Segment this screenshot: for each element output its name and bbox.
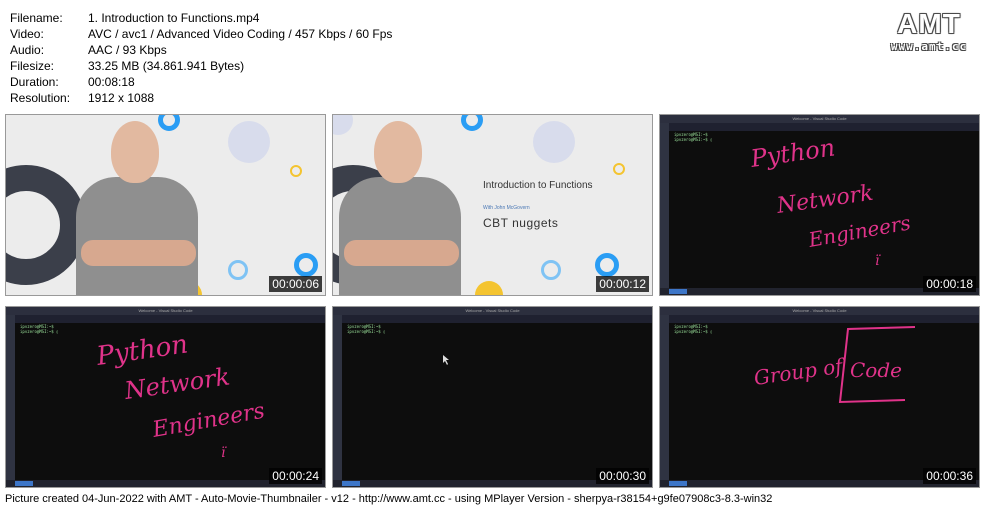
decor-ring: [541, 260, 561, 280]
handwriting-line: Network: [122, 362, 232, 405]
logo-url: www.amt.cc: [890, 40, 968, 53]
slide-title: Introduction to Functions: [483, 180, 593, 191]
amt-logo: AMT www.amt.cc: [884, 8, 974, 53]
info-key: Resolution:: [10, 91, 71, 105]
remote-indicator: [15, 481, 33, 486]
presenter-head: [111, 121, 159, 183]
brand-logo: CBT nuggets: [483, 216, 559, 230]
info-value: 1. Introduction to Functions.mp4: [88, 11, 260, 25]
decor-dot: [533, 121, 575, 163]
presenter: [66, 115, 206, 295]
handwriting: Python Network Engineers ï: [748, 133, 913, 269]
timestamp: 00:00:24: [269, 468, 322, 484]
handwriting-line: Code: [850, 358, 902, 382]
decor-ring: [228, 260, 248, 280]
info-key: Video:: [10, 27, 44, 41]
presenter-arms: [344, 240, 459, 266]
thumbnail-2[interactable]: Introduction to Functions With John McGo…: [332, 114, 653, 296]
info-key: Duration:: [10, 75, 59, 89]
handwriting-line: Network: [774, 181, 875, 219]
presenter-head: [374, 121, 422, 183]
thumbnail-4[interactable]: Welcome - Visual Studio Code ipvzero@MSI…: [5, 306, 326, 488]
info-key: Filename:: [10, 11, 63, 25]
handwriting: Python Network Engineers ï: [94, 329, 267, 461]
logo-name: AMT: [897, 8, 961, 39]
info-value: AVC / avc1 / Advanced Video Coding / 457…: [88, 27, 393, 41]
remote-indicator: [669, 289, 687, 294]
remote-indicator: [342, 481, 360, 486]
slide-subtitle: With John McGovern: [483, 205, 530, 211]
decor-dot: [228, 121, 270, 163]
handwriting-line: Python: [94, 329, 190, 372]
handwriting-line: Group of: [752, 353, 847, 390]
handwriting-mark: ï: [875, 253, 881, 269]
handwriting: Group of Code: [752, 326, 916, 404]
handwriting-line: Engineers: [806, 210, 913, 252]
pointer-icon: [443, 355, 449, 365]
thumbnail-5[interactable]: Welcome - Visual Studio Code ipvzero@MSI…: [332, 306, 653, 488]
info-value: 1912 x 1088: [88, 91, 155, 105]
mouse-cursor: [443, 355, 449, 365]
presenter-arms: [81, 240, 196, 266]
footer-credit: Picture created 04-Jun-2022 with AMT - A…: [5, 493, 773, 505]
handwriting-line: Engineers: [150, 399, 267, 443]
info-value: AAC / 93 Kbps: [88, 43, 167, 57]
thumbnail-1[interactable]: 00:00:06: [5, 114, 326, 296]
decor-ring: [613, 163, 625, 175]
decor-ring: [294, 253, 318, 277]
decor-ring: [290, 165, 302, 177]
remote-indicator: [669, 481, 687, 486]
thumbnail-3[interactable]: Welcome - Visual Studio Code ipvzero@MSI…: [659, 114, 980, 296]
info-key: Filesize:: [10, 59, 55, 73]
timestamp: 00:00:06: [269, 276, 322, 292]
presenter-shirt: [339, 177, 461, 295]
info-key: Audio:: [10, 43, 45, 57]
info-value: 00:08:18: [88, 75, 135, 89]
handwriting-mark: ï: [221, 445, 227, 461]
presenter: [333, 115, 469, 295]
timestamp: 00:00:18: [923, 276, 976, 292]
presenter-shirt: [76, 177, 198, 295]
info-value: 33.25 MB (34.861.941 Bytes): [88, 59, 245, 73]
thumbnail-6[interactable]: Welcome - Visual Studio Code ipvzero@MSI…: [659, 306, 980, 488]
timestamp: 00:00:30: [596, 468, 649, 484]
handwriting-line: Python: [748, 133, 837, 173]
decor-dot: [475, 281, 503, 295]
timestamp: 00:00:12: [596, 276, 649, 292]
decor-ring: [595, 253, 619, 277]
timestamp: 00:00:36: [923, 468, 976, 484]
